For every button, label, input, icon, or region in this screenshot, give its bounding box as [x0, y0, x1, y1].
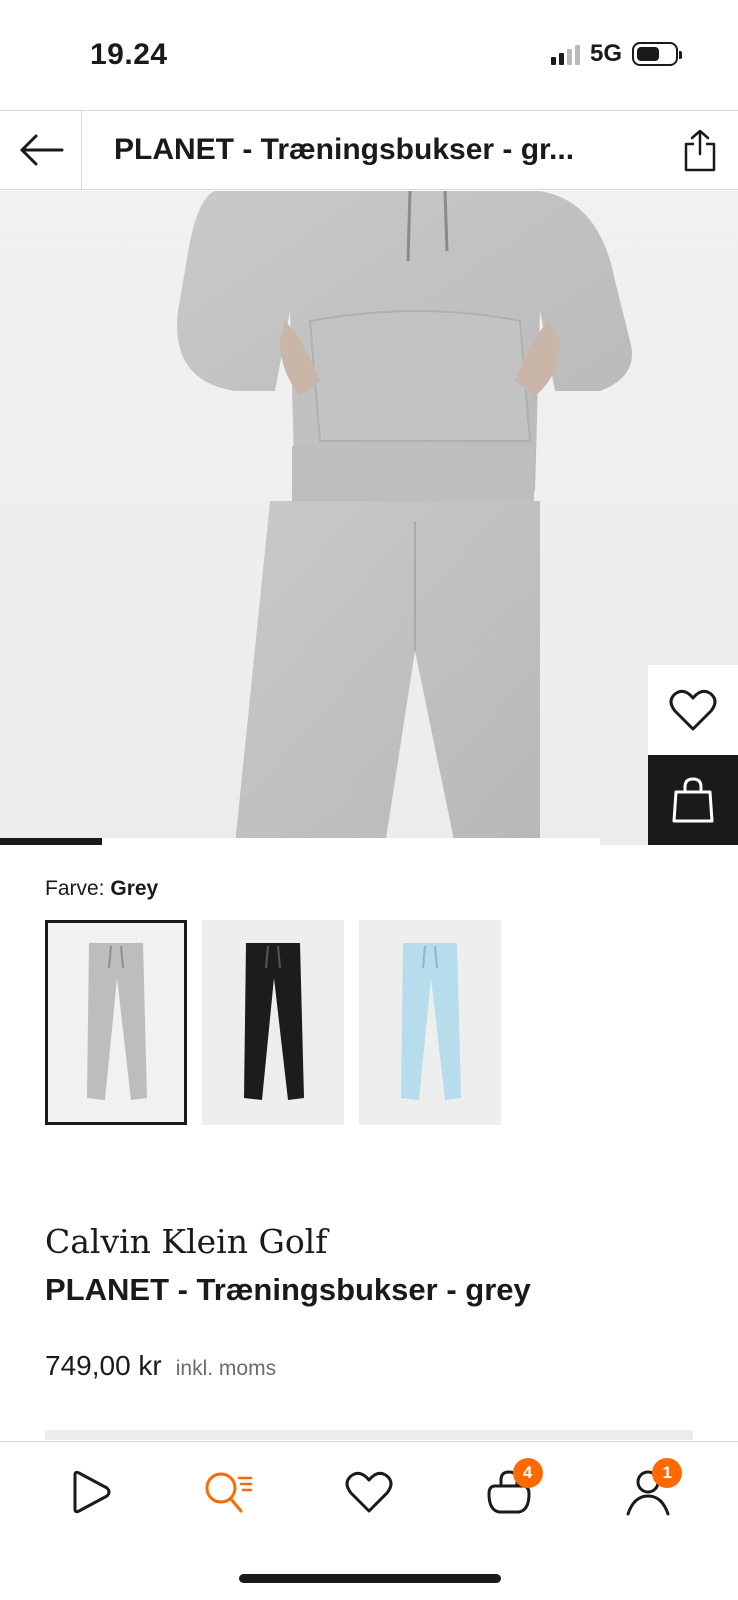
product-name: PLANET - Træningsbukser - grey — [45, 1272, 531, 1307]
top-bar: PLANET - Træningsbukser - gr... — [0, 110, 738, 190]
nav-wishlist[interactable] — [329, 1452, 409, 1532]
gallery-progress-fill — [0, 838, 102, 845]
search-icon — [205, 1472, 253, 1512]
battery-icon — [632, 42, 682, 66]
gallery-progress — [0, 838, 600, 845]
pants-thumbnail-light-blue — [401, 942, 461, 1100]
color-label: Farve: Grey — [45, 877, 158, 901]
product-image[interactable] — [0, 191, 738, 845]
page-title: PLANET - Træningsbukser - gr... — [114, 133, 575, 166]
brand-name[interactable]: Calvin Klein Golf — [45, 1222, 327, 1261]
profile-notification-badge: 1 — [652, 1457, 683, 1488]
heart-icon — [345, 1471, 393, 1512]
size-selector-top — [45, 1430, 693, 1440]
swatch-grey[interactable] — [45, 920, 187, 1125]
price: 749,00 kr — [45, 1350, 162, 1381]
network-label: 5G — [589, 40, 622, 67]
home-indicator — [239, 1574, 501, 1583]
price-row: 749,00 kr inkl. moms — [45, 1350, 276, 1382]
swatch-black[interactable] — [202, 920, 344, 1125]
status-time: 19.24 — [90, 38, 168, 71]
shopping-bag-icon — [672, 777, 714, 823]
vat-note: inkl. moms — [175, 1357, 277, 1380]
color-swatches — [45, 920, 501, 1125]
pants-thumbnail-grey — [87, 942, 147, 1100]
share-button[interactable] — [662, 111, 738, 189]
status-bar: 19.24 5G — [0, 0, 738, 110]
selected-color: Grey — [110, 877, 159, 900]
nav-bag[interactable]: 4 — [469, 1452, 549, 1532]
nav-profile[interactable]: 1 — [608, 1452, 688, 1532]
add-to-bag-button[interactable] — [648, 755, 738, 845]
pants-thumbnail-black — [244, 942, 304, 1100]
bag-count-badge: 4 — [512, 1457, 543, 1488]
arrow-left-icon — [20, 134, 63, 166]
signal-icon — [550, 43, 580, 65]
wishlist-button[interactable] — [648, 665, 738, 755]
nav-search[interactable] — [189, 1452, 269, 1532]
heart-icon — [669, 689, 717, 731]
share-icon — [684, 129, 716, 172]
back-button[interactable] — [0, 111, 82, 189]
bottom-navigation: 4 1 — [0, 1441, 738, 1561]
status-indicators: 5G — [550, 40, 682, 68]
swatch-light-blue[interactable] — [359, 920, 501, 1125]
color-label-prefix: Farve: — [45, 877, 105, 900]
home-play-icon — [73, 1470, 111, 1513]
nav-home[interactable] — [50, 1452, 130, 1532]
product-photo — [177, 191, 632, 845]
